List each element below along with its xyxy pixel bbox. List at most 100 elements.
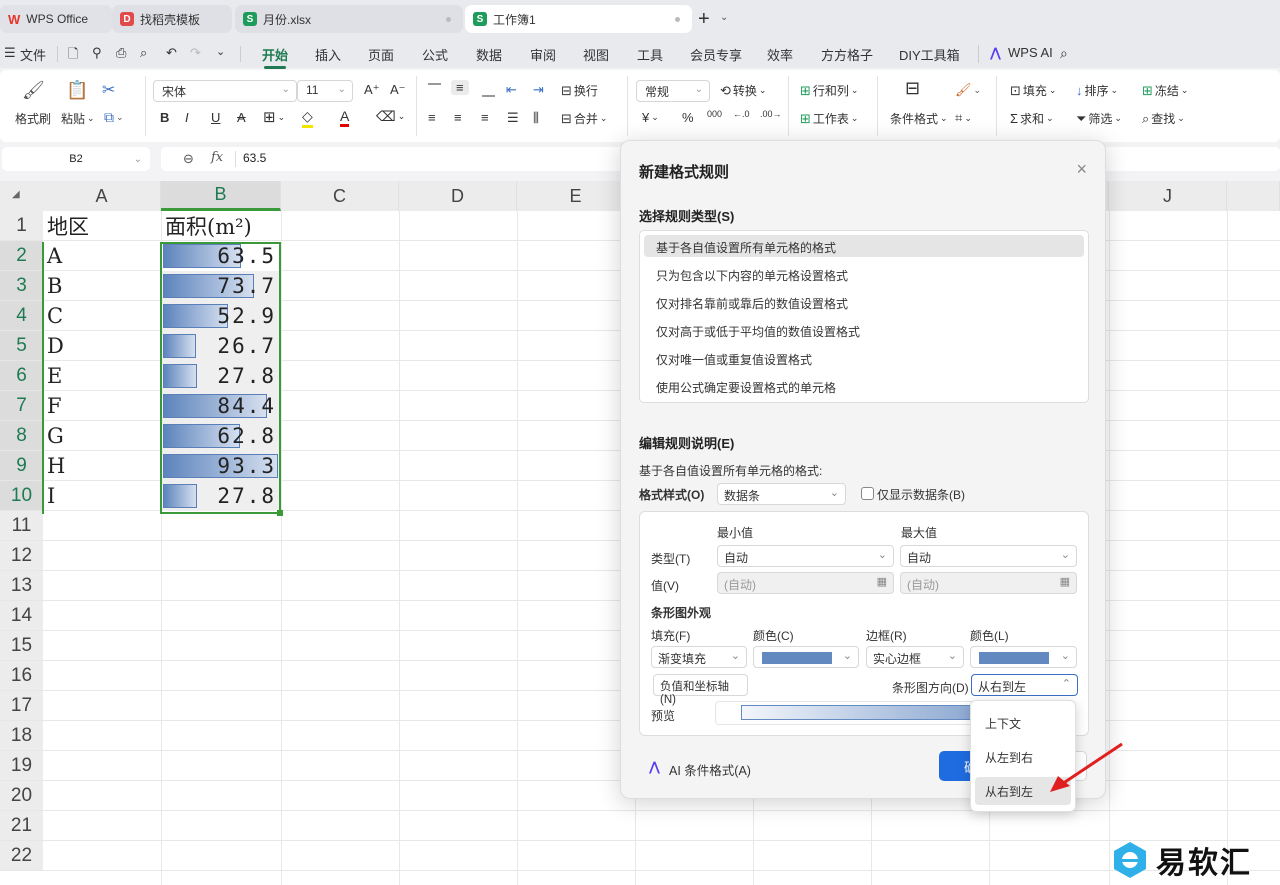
thousands-separator-button[interactable]: 000 [707, 109, 722, 119]
find-button[interactable]: ⌕ 查找 ⌄ [1142, 110, 1185, 127]
clear-format-icon[interactable]: ⌫ ⌄ [376, 108, 405, 125]
sum-button[interactable]: Σ 求和 ⌄ [1010, 110, 1054, 127]
increase-indent-icon[interactable]: ⇥ [533, 82, 544, 98]
row-header[interactable]: 10 [0, 481, 43, 511]
row-header[interactable]: 19 [0, 751, 43, 781]
decrease-indent-icon[interactable]: ⇤ [506, 82, 517, 98]
column-header-d[interactable]: D [399, 181, 517, 211]
menu-page[interactable]: 页面 [368, 45, 394, 64]
close-icon[interactable]: × [1076, 159, 1087, 180]
min-value-input[interactable]: (自动) ▦ [717, 572, 894, 594]
rule-type-item[interactable]: 仅对唯一值或重复值设置格式 [644, 347, 1084, 369]
quick-access-chevron-icon[interactable]: ⌄ [216, 45, 225, 58]
menu-efficiency[interactable]: 效率 [767, 45, 793, 64]
bold-button[interactable]: B [160, 110, 169, 125]
border-color-select[interactable]: ⌄ [970, 646, 1077, 668]
font-grow-icon[interactable]: A⁺ [364, 82, 380, 98]
max-value-input[interactable]: (自动) ▦ [900, 572, 1077, 594]
decrease-decimal-icon[interactable]: .00→ [760, 109, 782, 119]
cell-region[interactable]: C [47, 301, 63, 331]
align-middle-icon[interactable]: ≡ [451, 80, 469, 95]
tab-wps-office[interactable]: W WPS Office [0, 5, 112, 33]
menu-file[interactable]: 文件 [20, 45, 46, 64]
merge-button[interactable]: ⊟ 合并 ⌄ [561, 110, 607, 127]
save-icon[interactable]: 🗋 [68, 45, 78, 67]
column-header-j[interactable]: J [1109, 181, 1227, 211]
ai-conditional-format-button[interactable]: AI 条件格式(A) [669, 760, 751, 779]
row-header[interactable]: 21 [0, 811, 43, 841]
rows-cols-button[interactable]: ⊞ 行和列 ⌄ [800, 82, 858, 99]
zoom-icon[interactable]: ⊖ [183, 151, 194, 167]
cell-region[interactable]: H [47, 451, 65, 481]
print-preview-icon[interactable]: ⌕ [140, 45, 147, 61]
fill-button[interactable]: ⊡ 填充 ⌄ [1010, 82, 1056, 99]
cell-border-icon[interactable]: ⌗ ⌄ [955, 110, 972, 126]
tab-docer[interactable]: D 找稻壳模板 [112, 5, 232, 33]
format-painter-button[interactable]: 格式刷 [15, 110, 51, 127]
fill-color-select[interactable]: ⌄ [753, 646, 859, 668]
percent-button[interactable]: % [682, 110, 694, 125]
redo-icon[interactable]: ↷ [190, 45, 201, 61]
align-left-icon[interactable]: ≡ [428, 110, 436, 125]
freeze-button[interactable]: ⊞ 冻结 ⌄ [1142, 82, 1188, 99]
format-style-select[interactable]: 数据条 ⌄ [717, 483, 846, 505]
convert-button[interactable]: ⟲ 转换 ⌄ [720, 82, 766, 99]
border-type-select[interactable]: 实心边框 ⌄ [866, 646, 964, 668]
menu-view[interactable]: 视图 [583, 45, 609, 64]
number-format-select[interactable]: 常规 ⌄ [636, 80, 710, 102]
tab-list-chevron-icon[interactable]: ⌄ [720, 12, 728, 23]
menu-tools[interactable]: 工具 [637, 45, 663, 64]
row-header[interactable]: 13 [0, 571, 43, 601]
menu-home[interactable]: 开始 [262, 45, 288, 69]
search-icon[interactable]: ⌕ [1060, 45, 1068, 62]
menu-insert[interactable]: 插入 [315, 45, 341, 64]
row-header[interactable]: 15 [0, 631, 43, 661]
tab-month-xlsx[interactable]: S 月份.xlsx [235, 5, 463, 33]
print-icon[interactable]: ⎙ [116, 45, 126, 61]
only-bar-checkbox[interactable] [861, 487, 874, 500]
cell-region[interactable]: D [47, 331, 64, 361]
fx-icon[interactable]: fx [211, 150, 223, 165]
underline-button[interactable]: U [211, 110, 220, 125]
cell-region[interactable]: F [47, 391, 62, 421]
font-size-select[interactable]: 11 ⌄ [297, 80, 353, 102]
row-header[interactable]: 3 [0, 271, 43, 301]
align-bottom-icon[interactable]: ⎽ [482, 82, 495, 98]
tab-workbook1[interactable]: S 工作簿1 [465, 5, 692, 33]
strikethrough-button[interactable]: A [237, 110, 246, 125]
cell-b1[interactable]: 面积(m²) [165, 211, 252, 241]
fill-type-select[interactable]: 渐变填充 ⌄ [651, 646, 747, 668]
align-right-icon[interactable]: ≡ [481, 110, 489, 125]
column-header-c[interactable]: C [281, 181, 399, 211]
sort-button[interactable]: ↓ 排序 ⌄ [1076, 82, 1118, 99]
row-header[interactable]: 17 [0, 691, 43, 721]
cell-region[interactable]: B [47, 271, 62, 301]
row-header[interactable]: 12 [0, 541, 43, 571]
rule-type-item[interactable]: 基于各自值设置所有单元格的格式 [644, 235, 1084, 257]
copy-icon[interactable]: ⧉ ⌄ [104, 109, 124, 126]
row-header[interactable]: 6 [0, 361, 43, 391]
row-header[interactable]: 16 [0, 661, 43, 691]
cell-region[interactable]: I [47, 481, 55, 511]
fill-handle[interactable] [277, 510, 283, 516]
row-header[interactable]: 4 [0, 301, 43, 331]
wps-ai-button[interactable]: WPS AI [1008, 45, 1053, 60]
new-tab-button[interactable]: + [698, 8, 710, 31]
column-header-e[interactable]: E [517, 181, 635, 211]
rule-type-item[interactable]: 仅对排名靠前或靠后的数值设置格式 [644, 291, 1084, 313]
font-color-icon[interactable]: A [340, 108, 350, 127]
wrap-text-button[interactable]: ⊟ 换行 [561, 82, 598, 99]
font-name-select[interactable]: 宋体 ⌄ [153, 80, 297, 102]
cell-region[interactable]: E [47, 361, 62, 391]
min-type-select[interactable]: 自动 ⌄ [717, 545, 894, 567]
fill-color-icon[interactable]: ◇ [302, 108, 313, 128]
cut-icon[interactable]: ✂ [102, 80, 115, 100]
name-box[interactable]: B2 ⌄ [2, 147, 150, 171]
justify-icon[interactable]: ☰ [507, 110, 519, 126]
share-icon[interactable]: ⚲ [92, 45, 102, 61]
row-header[interactable]: 5 [0, 331, 43, 361]
conditional-format-button[interactable]: 条件格式 ⌄ [890, 110, 948, 127]
rule-type-item[interactable]: 只为包含以下内容的单元格设置格式 [644, 263, 1084, 285]
menu-diy-toolbox[interactable]: DIY工具箱 [899, 45, 960, 64]
worksheet-button[interactable]: ⊞ 工作表 ⌄ [800, 110, 858, 127]
